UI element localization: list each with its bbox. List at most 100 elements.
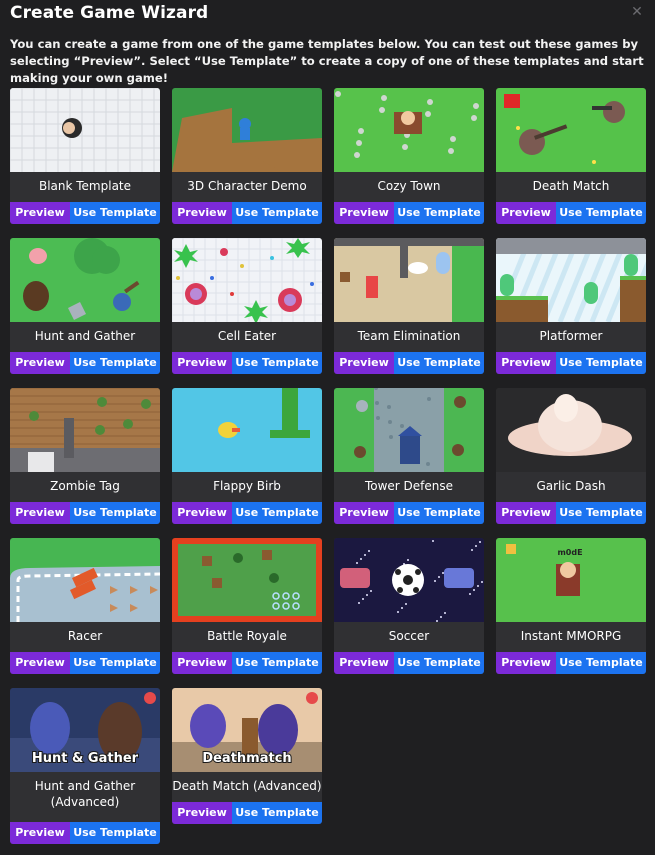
template-card-garlic-dash: Garlic Dash Preview Use Template [496, 388, 646, 524]
template-card-death-match-advanced: Deathmatch Death Match (Advanced) Preview U… [172, 688, 322, 824]
template-card-hunt-and-gather-advanced: Hunt & Gather Hunt and Gather (Advanced) P… [10, 688, 160, 844]
template-actions: Preview Use Template [496, 202, 646, 224]
template-thumbnail [172, 538, 322, 622]
preview-button[interactable]: Preview [10, 352, 70, 374]
preview-button[interactable]: Preview [334, 202, 394, 224]
template-thumbnail [334, 388, 484, 472]
use-template-button[interactable]: Use Template [70, 502, 160, 524]
use-template-button[interactable]: Use Template [556, 202, 646, 224]
template-thumbnail [172, 238, 322, 322]
template-name: Flappy Birb [213, 479, 281, 493]
use-template-button[interactable]: Use Template [232, 502, 322, 524]
template-actions: Preview Use Template [334, 202, 484, 224]
use-template-button[interactable]: Use Template [556, 352, 646, 374]
dialog-title: Create Game Wizard [10, 3, 209, 23]
use-template-button[interactable]: Use Template [394, 352, 484, 374]
template-name: Hunt and Gather (Advanced) [34, 779, 136, 809]
template-thumbnail [334, 88, 484, 172]
template-thumbnail: m0dE [496, 538, 646, 622]
template-actions: Preview Use Template [172, 802, 322, 824]
template-card-zombie-tag: Zombie Tag Preview Use Template [10, 388, 160, 524]
template-card-racer: Racer Preview Use Template [10, 538, 160, 674]
template-thumbnail [172, 88, 322, 172]
template-name: Hunt and Gather [34, 329, 136, 343]
template-thumbnail [496, 388, 646, 472]
preview-button[interactable]: Preview [334, 652, 394, 674]
template-actions: Preview Use Template [10, 502, 160, 524]
template-name: Tower Defense [364, 479, 454, 493]
preview-button[interactable]: Preview [496, 202, 556, 224]
template-card-blank-template: Blank Template Preview Use Template [10, 88, 160, 224]
template-thumbnail: Hunt & Gather [10, 688, 160, 772]
template-card-cozy-town: Cozy Town Preview Use Template [334, 88, 484, 224]
thumbnail-label: m0dE [557, 548, 582, 557]
preview-button[interactable]: Preview [172, 202, 232, 224]
template-actions: Preview Use Template [172, 202, 322, 224]
preview-button[interactable]: Preview [10, 502, 70, 524]
template-actions: Preview Use Template [172, 652, 322, 674]
template-card-team-elimination: Team Elimination Preview Use Template [334, 238, 484, 374]
template-name: Instant MMORPG [520, 629, 622, 643]
preview-button[interactable]: Preview [496, 502, 556, 524]
template-actions: Preview Use Template [10, 202, 160, 224]
use-template-button[interactable]: Use Template [70, 652, 160, 674]
preview-button[interactable]: Preview [172, 652, 232, 674]
use-template-button[interactable]: Use Template [70, 822, 160, 844]
template-name: Zombie Tag [50, 479, 120, 493]
template-thumbnail [10, 238, 160, 322]
template-card-battle-royale: Battle Royale Preview Use Template [172, 538, 322, 674]
template-name: Cozy Town [377, 179, 441, 193]
template-thumbnail [10, 538, 160, 622]
template-card-flappy-birb: Flappy Birb Preview Use Template [172, 388, 322, 524]
preview-button[interactable]: Preview [10, 822, 70, 844]
use-template-button[interactable]: Use Template [394, 502, 484, 524]
template-actions: Preview Use Template [334, 652, 484, 674]
template-card-soccer: Soccer Preview Use Template [334, 538, 484, 674]
preview-button[interactable]: Preview [496, 652, 556, 674]
template-name: Death Match (Advanced) [172, 779, 322, 793]
use-template-button[interactable]: Use Template [70, 352, 160, 374]
close-icon[interactable]: ✕ [630, 5, 644, 19]
template-thumbnail [334, 238, 484, 322]
template-name: Battle Royale [207, 629, 287, 643]
preview-button[interactable]: Preview [172, 502, 232, 524]
template-actions: Preview Use Template [172, 352, 322, 374]
preview-button[interactable]: Preview [10, 202, 70, 224]
use-template-button[interactable]: Use Template [232, 802, 322, 824]
preview-button[interactable]: Preview [172, 352, 232, 374]
template-thumbnail [172, 388, 322, 472]
template-name: Blank Template [38, 179, 132, 193]
template-name: Soccer [388, 629, 430, 643]
use-template-button[interactable]: Use Template [232, 352, 322, 374]
use-template-button[interactable]: Use Template [232, 202, 322, 224]
template-actions: Preview Use Template [334, 502, 484, 524]
preview-button[interactable]: Preview [10, 652, 70, 674]
template-name: Platformer [539, 329, 603, 343]
preview-button[interactable]: Preview [334, 502, 394, 524]
template-thumbnail: Deathmatch [172, 688, 322, 772]
use-template-button[interactable]: Use Template [556, 652, 646, 674]
thumbnail-label: Hunt & Gather [32, 751, 139, 766]
template-thumbnail [10, 388, 160, 472]
use-template-button[interactable]: Use Template [70, 202, 160, 224]
template-name: Team Elimination [357, 329, 461, 343]
preview-button[interactable]: Preview [334, 352, 394, 374]
template-name: 3D Character Demo [187, 179, 307, 193]
template-card-tower-defense: Tower Defense Preview Use Template [334, 388, 484, 524]
use-template-button[interactable]: Use Template [232, 652, 322, 674]
template-name: Cell Eater [217, 329, 277, 343]
template-name: Death Match [532, 179, 610, 193]
use-template-button[interactable]: Use Template [394, 652, 484, 674]
template-card-cell-eater: Cell Eater Preview Use Template [172, 238, 322, 374]
preview-button[interactable]: Preview [172, 802, 232, 824]
template-name: Garlic Dash [536, 479, 606, 493]
template-card-3d-character-demo: 3D Character Demo Preview Use Template [172, 88, 322, 224]
template-actions: Preview Use Template [496, 352, 646, 374]
template-actions: Preview Use Template [10, 822, 160, 844]
template-card-instant-mmorpg: m0dE Instant MMORPG Preview Use Template [496, 538, 646, 674]
use-template-button[interactable]: Use Template [556, 502, 646, 524]
template-actions: Preview Use Template [496, 502, 646, 524]
use-template-button[interactable]: Use Template [394, 202, 484, 224]
template-actions: Preview Use Template [496, 652, 646, 674]
preview-button[interactable]: Preview [496, 352, 556, 374]
